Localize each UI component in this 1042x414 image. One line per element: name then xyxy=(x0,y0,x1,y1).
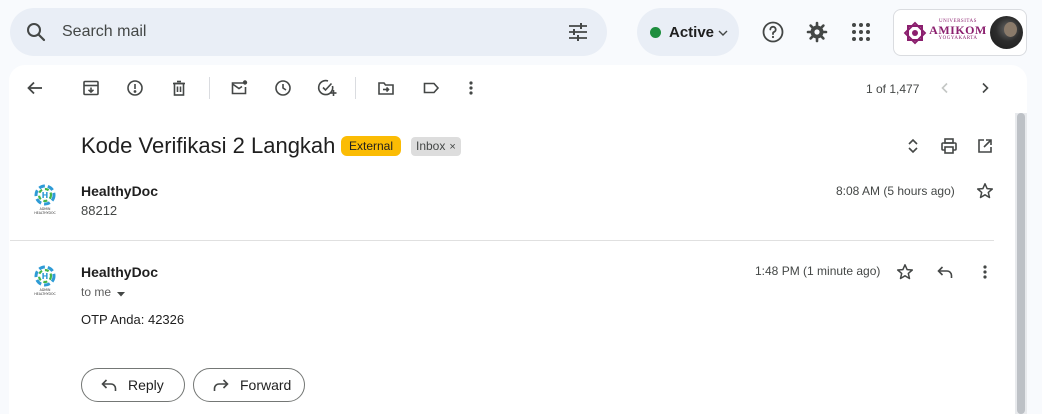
university-logo-text: UNIVERSITAS AMIKOM YOGYAKARTA xyxy=(929,19,987,41)
chevron-down-icon xyxy=(717,26,729,38)
reply-icon xyxy=(101,379,117,391)
status-dot xyxy=(650,27,661,38)
sender-logo-icon: H ADMIN HEALTHYDOC xyxy=(32,265,58,299)
delete-icon[interactable] xyxy=(167,76,191,100)
status-selector[interactable]: Active xyxy=(637,8,739,56)
open-new-window-icon[interactable] xyxy=(973,134,997,158)
svg-text:H: H xyxy=(42,272,49,281)
toolbar-divider xyxy=(209,77,210,99)
email-subject: Kode Verifikasi 2 Langkah xyxy=(81,133,336,158)
print-icon[interactable] xyxy=(937,134,961,158)
report-spam-icon[interactable] xyxy=(123,76,147,100)
chevron-left-icon[interactable] xyxy=(933,76,957,100)
recipient-details[interactable]: to me xyxy=(81,285,126,300)
message-time: 8:08 AM (5 hours ago) xyxy=(836,184,955,198)
pager-count: 1 of 1,477 xyxy=(866,82,920,96)
chevron-right-icon[interactable] xyxy=(973,76,997,100)
settings-icon[interactable] xyxy=(801,16,833,48)
account-switcher[interactable]: UNIVERSITAS AMIKOM YOGYAKARTA xyxy=(893,9,1027,56)
reply-icon[interactable] xyxy=(933,260,957,284)
mark-unread-icon[interactable] xyxy=(227,76,251,100)
recipient-label: to me xyxy=(81,285,112,299)
search-bar[interactable] xyxy=(10,8,607,56)
archive-icon[interactable] xyxy=(79,76,103,100)
snooze-icon[interactable] xyxy=(271,76,295,100)
remove-label-icon[interactable]: × xyxy=(449,141,455,153)
search-input[interactable] xyxy=(62,20,542,44)
forward-icon xyxy=(213,379,229,391)
forward-button-label: Forward xyxy=(240,377,292,393)
message-snippet[interactable]: 88212 xyxy=(81,203,117,218)
label-icon[interactable] xyxy=(419,76,443,100)
expand-all-icon[interactable] xyxy=(901,134,925,158)
avatar[interactable] xyxy=(990,16,1023,49)
more-icon[interactable] xyxy=(459,76,483,100)
star-icon[interactable] xyxy=(973,179,997,203)
message-divider xyxy=(10,240,994,241)
message-body: OTP Anda: 42326 xyxy=(81,312,185,327)
star-icon[interactable] xyxy=(893,260,917,284)
caret-down-icon[interactable] xyxy=(116,286,126,300)
apps-icon[interactable] xyxy=(845,16,877,48)
toolbar-divider xyxy=(355,77,356,99)
sender-name[interactable]: HealthyDoc xyxy=(81,183,158,199)
message-time: 1:48 PM (1 minute ago) xyxy=(755,264,881,278)
help-icon[interactable] xyxy=(757,16,789,48)
reply-button-label: Reply xyxy=(128,377,164,393)
more-options-icon[interactable] xyxy=(973,260,997,284)
svg-text:HEALTHYDOC: HEALTHYDOC xyxy=(34,211,56,215)
search-icon[interactable] xyxy=(24,20,48,44)
forward-button[interactable]: Forward xyxy=(193,368,305,402)
sender-logo-icon: H ADMIN HEALTHYDOC xyxy=(32,184,58,218)
sender-name[interactable]: HealthyDoc xyxy=(81,264,158,280)
add-task-icon[interactable] xyxy=(315,76,339,100)
move-to-icon[interactable] xyxy=(374,76,398,100)
university-logo-icon xyxy=(902,20,928,46)
inbox-label-text: Inbox xyxy=(416,139,446,153)
reply-button[interactable]: Reply xyxy=(81,368,185,402)
search-options-icon[interactable] xyxy=(566,20,590,44)
svg-text:H: H xyxy=(42,191,49,200)
inbox-label-chip[interactable]: Inbox × xyxy=(411,137,461,156)
svg-text:HEALTHYDOC: HEALTHYDOC xyxy=(34,292,56,296)
external-label-badge: External xyxy=(341,136,402,156)
status-label: Active xyxy=(669,24,715,41)
scrollbar[interactable] xyxy=(1015,113,1027,414)
scrollbar-thumb[interactable] xyxy=(1017,113,1025,414)
back-icon[interactable] xyxy=(23,76,47,100)
